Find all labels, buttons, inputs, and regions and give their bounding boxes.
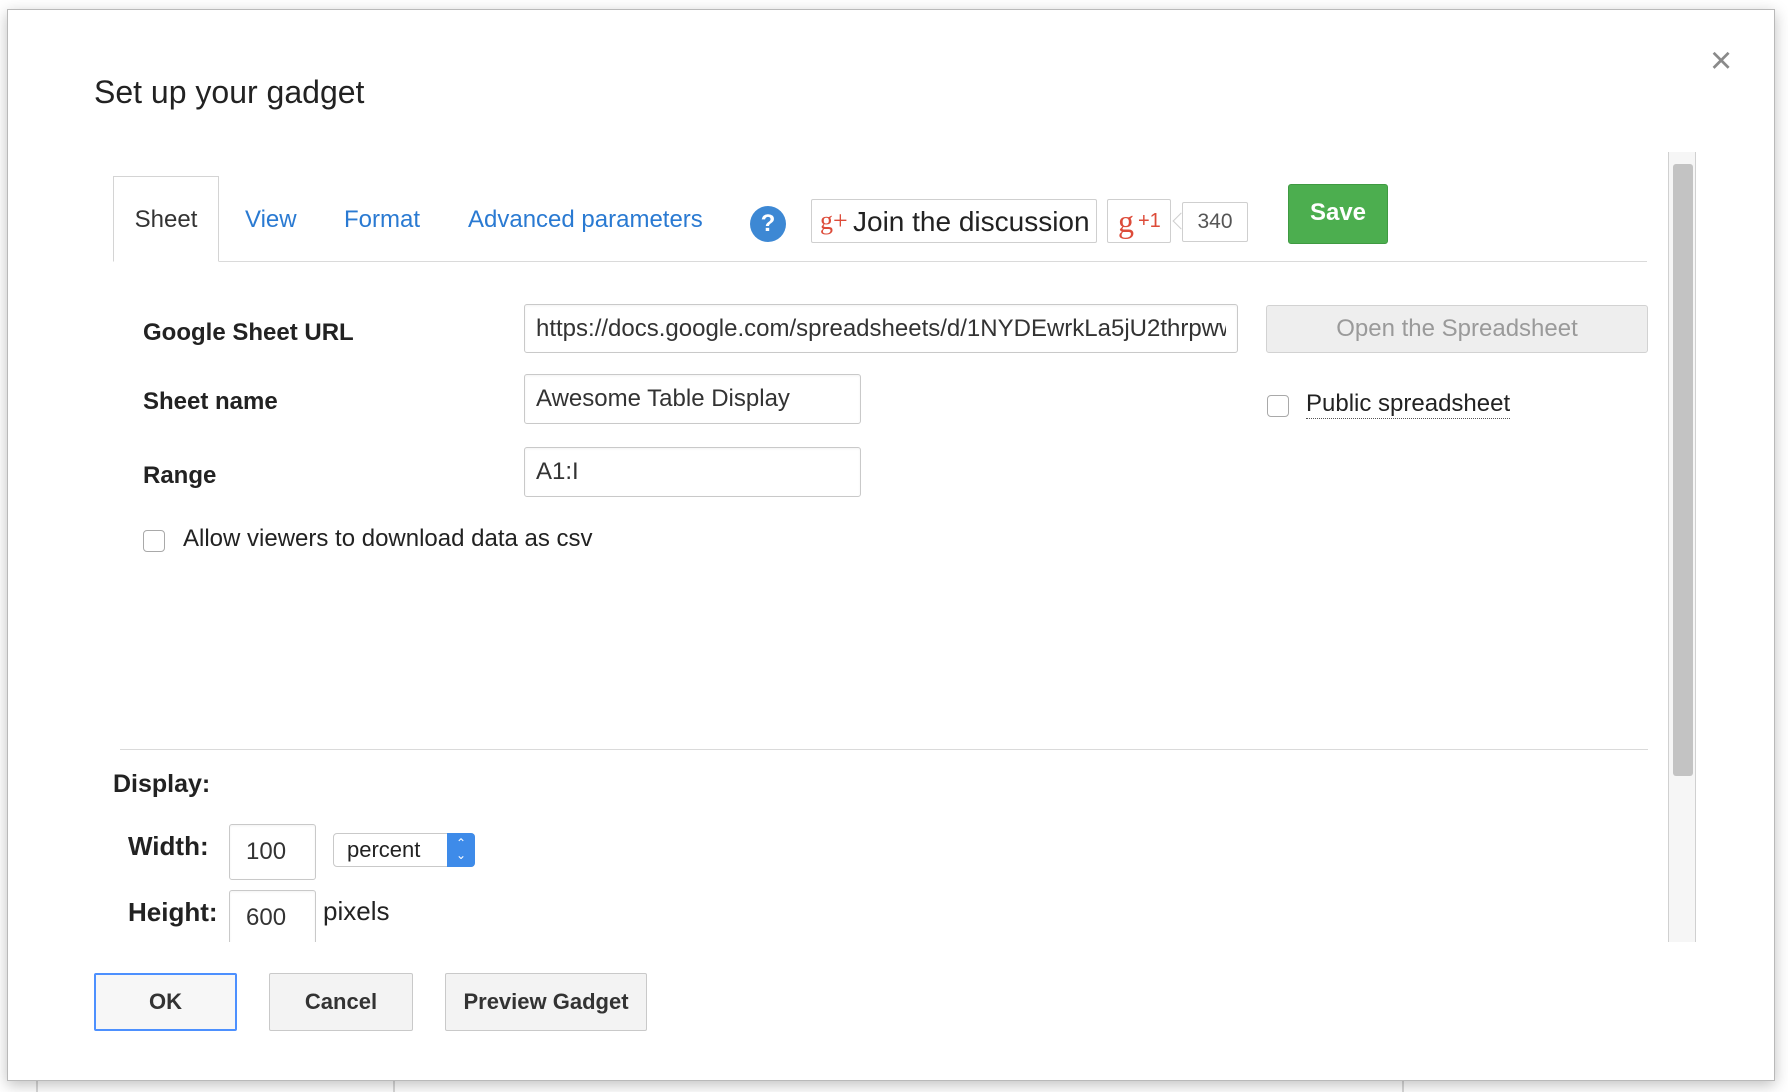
range-label: Range: [143, 462, 217, 489]
range-input[interactable]: [524, 447, 861, 497]
google-plus-icon: g+: [820, 206, 848, 235]
join-discussion-label: Join the discussion: [853, 206, 1090, 237]
width-label: Width:: [128, 831, 209, 861]
scrollbar[interactable]: [1668, 152, 1696, 942]
join-discussion-button[interactable]: g+ Join the discussion: [811, 199, 1097, 243]
gadget-setup-dialog: Set up your gadget × Sheet View Format A…: [7, 9, 1775, 1081]
select-arrows-icon: ⌃ ⌄: [447, 833, 475, 867]
scrollbar-thumb[interactable]: [1673, 164, 1693, 776]
height-unit-label: pixels: [323, 896, 390, 926]
close-icon[interactable]: ×: [1710, 42, 1732, 80]
dialog-title: Set up your gadget: [94, 74, 365, 110]
tab-format[interactable]: Format: [344, 206, 420, 234]
background-line: [36, 1080, 38, 1092]
tab-sheet[interactable]: Sheet: [113, 176, 219, 262]
tab-bar-divider: [113, 261, 1647, 262]
google-g-icon: g: [1118, 203, 1134, 239]
help-icon[interactable]: ?: [750, 206, 786, 242]
tab-view[interactable]: View: [245, 206, 297, 234]
google-sheet-url-label: Google Sheet URL: [143, 319, 354, 346]
height-input[interactable]: [229, 890, 316, 946]
section-divider: [120, 749, 1648, 750]
public-spreadsheet-checkbox[interactable]: [1267, 395, 1289, 417]
public-spreadsheet-label: Public spreadsheet: [1306, 390, 1511, 419]
scroll-clip-mask: [8, 942, 1668, 972]
cancel-button[interactable]: Cancel: [269, 973, 413, 1031]
width-unit-select[interactable]: percent ⌃ ⌄: [333, 833, 475, 867]
google-sheet-url-input[interactable]: [524, 304, 1238, 353]
sheet-name-label: Sheet name: [143, 388, 278, 415]
plus-one-label: +1: [1138, 210, 1161, 232]
width-unit-value: percent: [347, 837, 421, 862]
open-spreadsheet-button[interactable]: Open the Spreadsheet: [1266, 305, 1648, 353]
allow-csv-label: Allow viewers to download data as csv: [183, 525, 593, 552]
preview-gadget-button[interactable]: Preview Gadget: [445, 973, 647, 1031]
allow-csv-checkbox[interactable]: [143, 530, 165, 552]
display-heading: Display:: [113, 770, 211, 798]
sheet-name-input[interactable]: [524, 374, 861, 424]
height-label: Height:: [128, 897, 218, 927]
plus-one-button[interactable]: g +1: [1107, 199, 1171, 243]
ok-button[interactable]: OK: [94, 973, 237, 1031]
save-button[interactable]: Save: [1288, 184, 1388, 244]
background-line: [393, 1080, 395, 1092]
background-line: [1402, 1080, 1404, 1092]
tab-advanced-parameters[interactable]: Advanced parameters: [468, 206, 703, 234]
plus-one-count: 340: [1182, 202, 1248, 242]
width-input[interactable]: [229, 824, 316, 880]
